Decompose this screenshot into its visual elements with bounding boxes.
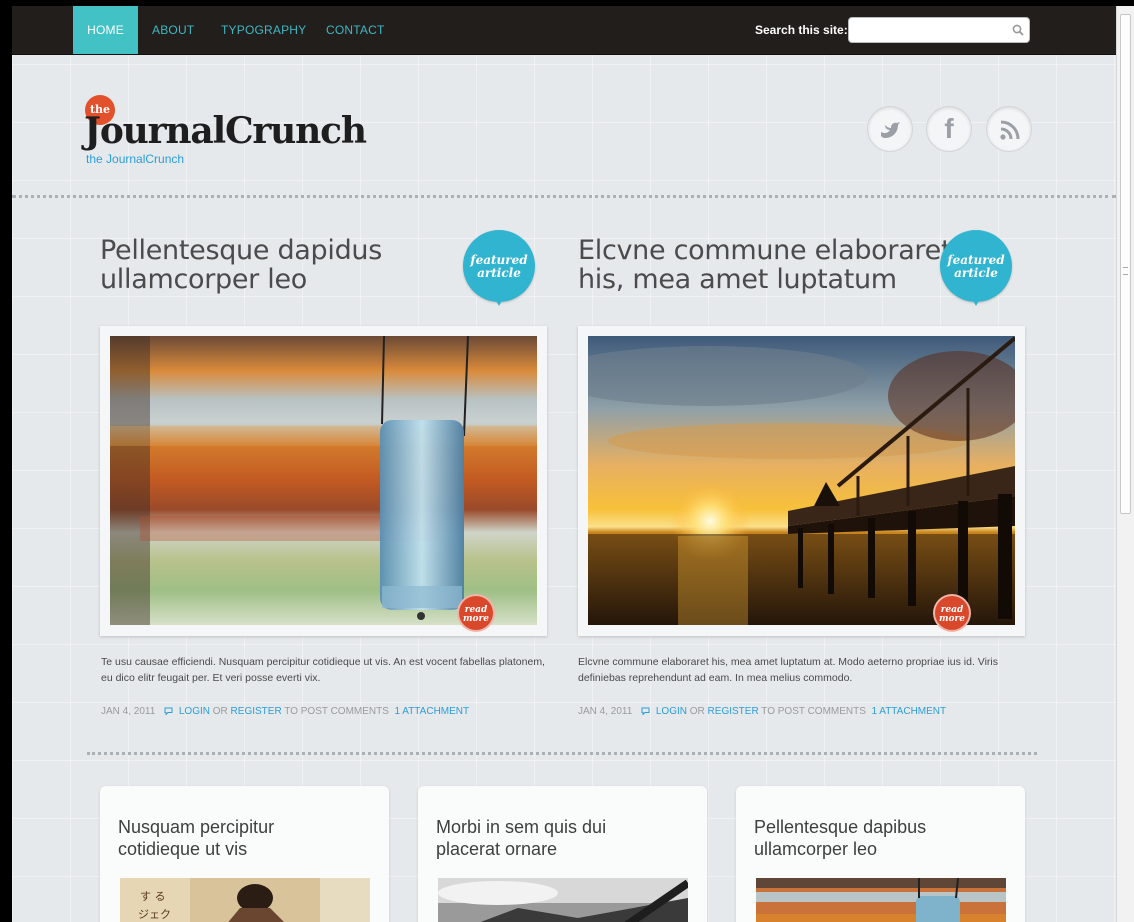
svg-text:す る: す る [140,890,166,903]
attachment-link[interactable]: 1 ATTACHMENT [871,706,946,717]
top-navigation: HOME ABOUT TYPOGRAPHY CONTACT Search thi… [12,6,1116,55]
featured-title-2-line2[interactable]: his, mea amet luptatum [578,265,951,294]
card-title-1-line1[interactable]: Nusquam percipitur [118,816,378,838]
featured-badge-2-line2: article [954,266,998,280]
post-date: JAN 4, 2011 [101,706,156,717]
card-title-2-line1[interactable]: Morbi in sem quis dui [436,816,696,838]
post-date: JAN 4, 2011 [578,706,633,717]
featured-image-1-frame: read more [100,326,547,636]
nav-contact[interactable]: CONTACT [326,6,385,54]
featured-image-2-frame: read more [578,326,1025,636]
svg-text:ジェク: ジェク [138,908,171,921]
nav-about[interactable]: ABOUT [152,6,194,54]
article-card-3: Pellentesque dapibus ullamcorper leo [736,786,1025,922]
or-text: OR [689,706,705,717]
nav-typography[interactable]: TYPOGRAPHY [221,6,306,54]
card-title-3[interactable]: Pellentesque dapibus ullamcorper leo [754,816,1014,860]
card-title-1-line2[interactable]: cotidieque ut vis [118,838,378,860]
twitter-button[interactable] [867,106,913,152]
featured-image-1[interactable] [110,336,537,625]
nav-home[interactable]: HOME [73,6,138,54]
featured-title-1-line2[interactable]: ullamcorper leo [100,265,382,294]
card-image-3[interactable] [756,878,1006,922]
scrollbar-grip [1123,267,1128,275]
featured-excerpt-2: Elcvne commune elaboraret his, mea amet … [578,656,999,684]
header-divider [12,195,1116,198]
featured-badge-2: featured article [940,230,1012,306]
rss-button[interactable] [986,106,1032,152]
login-link[interactable]: LOGIN [179,706,210,717]
register-link[interactable]: REGISTER [231,706,282,717]
facebook-button[interactable]: f [926,106,972,152]
card-title-3-line2[interactable]: ullamcorper leo [754,838,1014,860]
card-image-1[interactable]: す る ジェク [120,878,370,922]
vertical-scrollbar[interactable] [1116,6,1134,922]
featured-image-2[interactable] [588,336,1015,625]
comment-icon [164,707,173,715]
card-title-2[interactable]: Morbi in sem quis dui placerat ornare [436,816,696,860]
featured-title-1[interactable]: Pellentesque dapidus ullamcorper leo [100,236,382,294]
site-logo[interactable]: JournalCrunch [84,110,367,152]
facebook-icon: f [944,113,954,144]
search-input[interactable] [848,17,1030,43]
card-title-1[interactable]: Nusquam percipitur cotidieque ut vis [118,816,378,860]
card-title-2-line2[interactable]: placerat ornare [436,838,696,860]
read-more-2-line2[interactable]: more [935,615,969,624]
read-more-button-1[interactable]: read more [457,594,495,632]
post-comments-text: TO POST COMMENTS [761,706,866,717]
comment-icon [641,707,650,715]
scrollbar-thumb[interactable] [1120,14,1131,514]
featured-title-2[interactable]: Elcvne commune elaboraret his, mea amet … [578,236,952,294]
rss-icon [1000,120,1020,140]
featured-meta-2: JAN 4, 2011 LOGIN OR REGISTER TO POST CO… [578,706,946,717]
read-more-button-2[interactable]: read more [933,594,971,632]
featured-meta-1: JAN 4, 2011 LOGIN OR REGISTER TO POST CO… [101,706,469,717]
post-comments-text: TO POST COMMENTS [284,706,389,717]
featured-title-2-line1[interactable]: Elcvne commune elaboraret [578,236,952,265]
featured-excerpt-1: Te usu causae efficiendi. Nusquam percip… [101,656,545,684]
read-more-1-line2[interactable]: more [459,615,493,624]
article-card-1: Nusquam percipitur cotidieque ut vis す る… [100,786,389,922]
twitter-icon [881,122,900,138]
featured-badge-1: featured article [463,230,535,306]
search-icon[interactable] [1012,24,1024,36]
content-divider [87,752,1037,755]
attachment-link[interactable]: 1 ATTACHMENT [394,706,469,717]
search-label: Search this site: [755,23,848,37]
page: HOME ABOUT TYPOGRAPHY CONTACT Search thi… [12,6,1116,922]
login-link[interactable]: LOGIN [656,706,687,717]
featured-title-1-line1[interactable]: Pellentesque dapidus [100,236,382,265]
or-text: OR [212,706,228,717]
card-title-3-line1[interactable]: Pellentesque dapibus [754,816,1014,838]
card-image-2[interactable] [438,878,688,922]
article-card-2: Morbi in sem quis dui placerat ornare [418,786,707,922]
site-tagline: the JournalCrunch [86,152,185,166]
featured-badge-1-line2: article [477,266,521,280]
register-link[interactable]: REGISTER [708,706,759,717]
